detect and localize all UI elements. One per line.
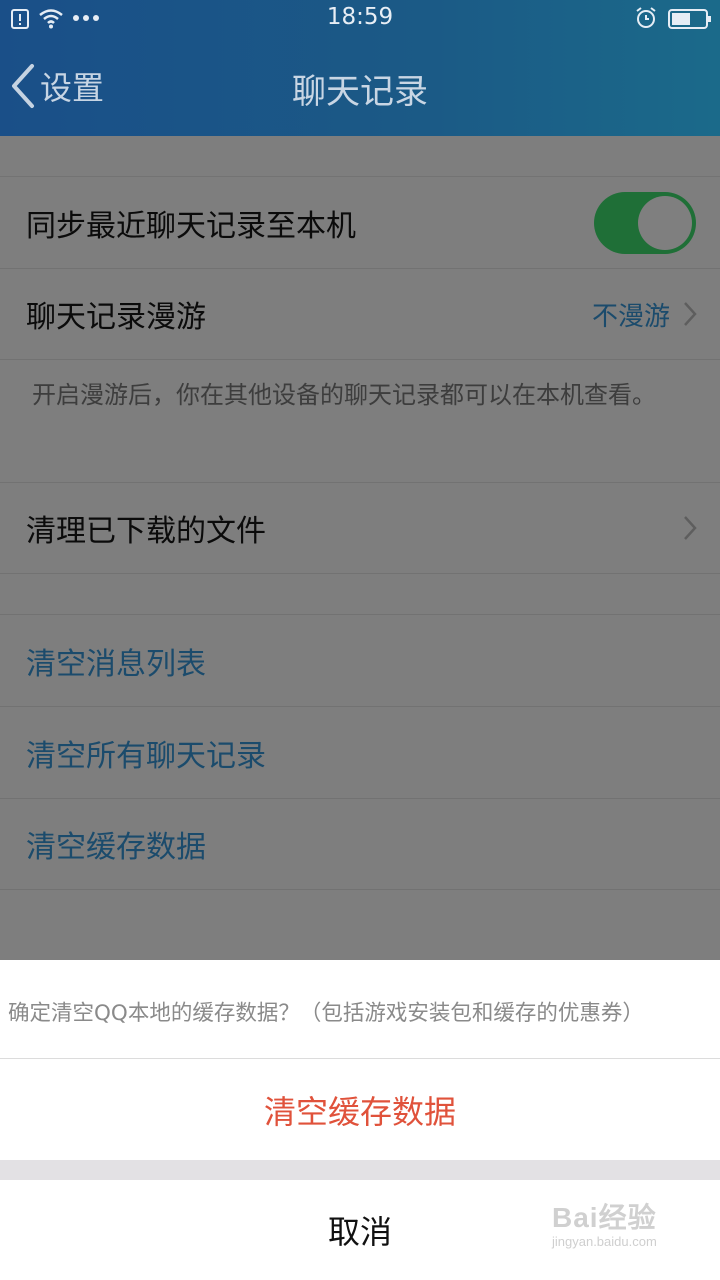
toggle-knob — [638, 195, 692, 250]
header: 18:59 设置 聊天记录 — [0, 0, 720, 136]
chevron-right-icon — [684, 516, 697, 540]
status-bar: 18:59 — [0, 0, 720, 40]
status-time: 18:59 — [326, 4, 394, 30]
action-sheet-message: 确定清空QQ本地的缓存数据？（包括游戏安装包和缓存的优惠券） — [8, 1001, 644, 1026]
sync-row[interactable]: 同步最近聊天记录至本机 — [0, 177, 720, 268]
clear-all-records-row[interactable]: 清空所有聊天记录 — [0, 707, 720, 798]
alarm-icon — [636, 7, 656, 28]
battery-icon — [668, 9, 711, 29]
watermark: Bai经验 jingyan.baidu.com — [552, 1196, 657, 1249]
confirm-clear-cache-button[interactable]: 清空缓存数据 — [0, 1059, 720, 1160]
roaming-value: 不漫游 — [591, 301, 670, 332]
clear-cache-label: 清空缓存数据 — [26, 830, 206, 865]
navigation-bar: 设置 聊天记录 — [0, 40, 720, 136]
divider — [0, 573, 720, 574]
clean-downloads-label: 清理已下载的文件 — [26, 514, 266, 549]
clear-all-records-label: 清空所有聊天记录 — [26, 738, 266, 774]
watermark-url: jingyan.baidu.com — [552, 1234, 657, 1249]
watermark-brand: Bai经验 — [552, 1202, 657, 1233]
clear-message-list-row[interactable]: 清空消息列表 — [0, 615, 720, 706]
clear-cache-row[interactable]: 清空缓存数据 — [0, 799, 720, 889]
page-title: 聊天记录 — [292, 72, 428, 112]
clear-message-list-label: 清空消息列表 — [26, 646, 206, 682]
sync-label: 同步最近聊天记录至本机 — [26, 208, 356, 244]
settings-list: 同步最近聊天记录至本机 聊天记录漫游 不漫游 开启漫游后，你在其他设备的聊天记录… — [0, 136, 720, 960]
action-sheet: 确定清空QQ本地的缓存数据？（包括游戏安装包和缓存的优惠券） 清空缓存数据 — [0, 960, 720, 1160]
roaming-note: 开启漫游后，你在其他设备的聊天记录都可以在本机查看。 — [32, 381, 656, 409]
roaming-row[interactable]: 聊天记录漫游 不漫游 — [0, 269, 720, 359]
divider — [0, 889, 720, 890]
roaming-label: 聊天记录漫游 — [26, 300, 206, 335]
chevron-right-icon — [684, 302, 697, 326]
clean-downloads-row[interactable]: 清理已下载的文件 — [0, 483, 720, 573]
action-sheet-gap — [0, 1160, 720, 1180]
sync-toggle[interactable] — [594, 191, 696, 254]
divider — [0, 359, 720, 360]
